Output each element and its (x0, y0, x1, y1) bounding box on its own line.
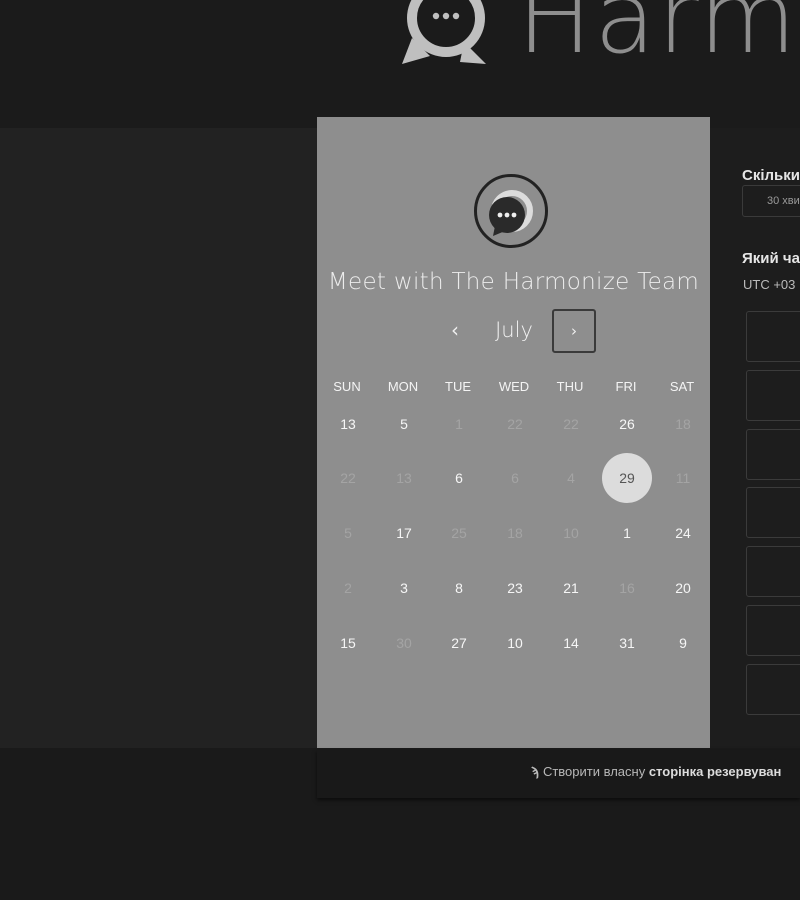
time-slot[interactable] (746, 311, 800, 362)
calendar-day[interactable]: 27 (434, 618, 484, 668)
calendar-day[interactable]: 26 (602, 399, 652, 449)
calendar-day: 4 (567, 470, 575, 486)
meeting-title: Meet with The Harmonize Team (327, 269, 700, 295)
calendar-day: 18 (507, 525, 523, 541)
calendar-day[interactable]: 1 (602, 508, 652, 558)
brand-wordmark: Harmo (517, 0, 800, 76)
time-slot[interactable] (746, 428, 800, 480)
time-slot[interactable] (746, 369, 800, 421)
weekday-header: SUN MON TUE WED THU FRI SAT (318, 379, 710, 395)
calendar-day: 11 (675, 470, 691, 486)
weekday-thu: THU (556, 379, 584, 394)
weekday-sat: SAT (669, 379, 695, 394)
duration-value: 30 хви (767, 195, 800, 207)
time-slot[interactable] (746, 546, 800, 598)
hubspot-sprocket-icon: ϡ (531, 764, 539, 779)
calendar-day[interactable]: 3 (379, 563, 429, 613)
footer-text-bold: сторінка резервуван (648, 764, 782, 779)
calendar-day: 30 (396, 635, 412, 651)
calendar-panel: Meet with The Harmonize Team ‹ July › SU… (317, 117, 710, 748)
footer-bar: ϡ Створити власну сторінка резервуван (317, 750, 800, 798)
host-avatar (474, 174, 548, 248)
calendar-day[interactable]: 20 (658, 563, 708, 613)
selected-day[interactable]: 29 (602, 453, 652, 503)
weekday-wed: WED (498, 379, 530, 394)
calendar-day: 13 (396, 470, 412, 486)
calendar-day: 5 (344, 525, 352, 541)
calendar-day[interactable]: 9 (658, 618, 708, 668)
calendar-day[interactable]: 8 (434, 563, 484, 613)
calendar-day[interactable]: 23 (490, 563, 540, 613)
time-slot[interactable] (746, 487, 800, 539)
month-label: July (495, 318, 533, 342)
footer-text-prefix: Створити власну (542, 764, 646, 779)
time-slot[interactable] (746, 605, 800, 656)
month-navigation: ‹ July › (317, 309, 710, 353)
time-slot[interactable] (746, 663, 800, 715)
calendar-day: 10 (563, 525, 579, 541)
weekday-tue: TUE (445, 379, 471, 394)
calendar-day[interactable]: 15 (323, 618, 373, 668)
calendar-day: 22 (563, 416, 579, 432)
calendar-day[interactable]: 24 (658, 508, 708, 558)
calendar-day: 1 (455, 416, 463, 432)
create-booking-page-link[interactable]: ϡ Створити власну сторінка резервуван (531, 764, 781, 779)
calendar-day[interactable]: 31 (602, 618, 652, 668)
prev-month-button[interactable]: ‹ (442, 309, 468, 351)
scheduling-panel: Скільки 30 хви Який ча UTC +03 (710, 128, 800, 748)
calendar-day[interactable]: 6 (434, 453, 484, 503)
left-panel (0, 128, 318, 748)
calendar-day: 18 (675, 416, 691, 432)
time-question: Який ча (742, 250, 800, 267)
calendar-day[interactable]: 5 (379, 399, 429, 449)
brand-header: Harmo (0, 0, 800, 128)
weekday-fri: FRI (615, 379, 637, 394)
weekday-mon: MON (387, 379, 419, 394)
calendar-day: 22 (340, 470, 356, 486)
timezone-label[interactable]: UTC +03 (743, 277, 795, 292)
harmonize-logo-icon (402, 0, 486, 64)
calendar-day: 25 (451, 525, 467, 541)
calendar-day: 16 (619, 580, 635, 596)
duration-select[interactable]: 30 хви (742, 185, 800, 217)
weekday-sun: SUN (333, 379, 361, 394)
calendar-day: 2 (344, 580, 352, 596)
duration-question: Скільки (742, 167, 800, 184)
calendar-day: 22 (507, 416, 523, 432)
calendar-day[interactable]: 13 (323, 399, 373, 449)
calendar-day[interactable]: 10 (490, 618, 540, 668)
next-month-button[interactable]: › (552, 309, 596, 353)
calendar-day: 6 (511, 470, 519, 486)
calendar-day[interactable]: 21 (546, 563, 596, 613)
calendar-day[interactable]: 17 (379, 508, 429, 558)
calendar-day[interactable]: 14 (546, 618, 596, 668)
chat-bubble-icon (489, 190, 533, 236)
